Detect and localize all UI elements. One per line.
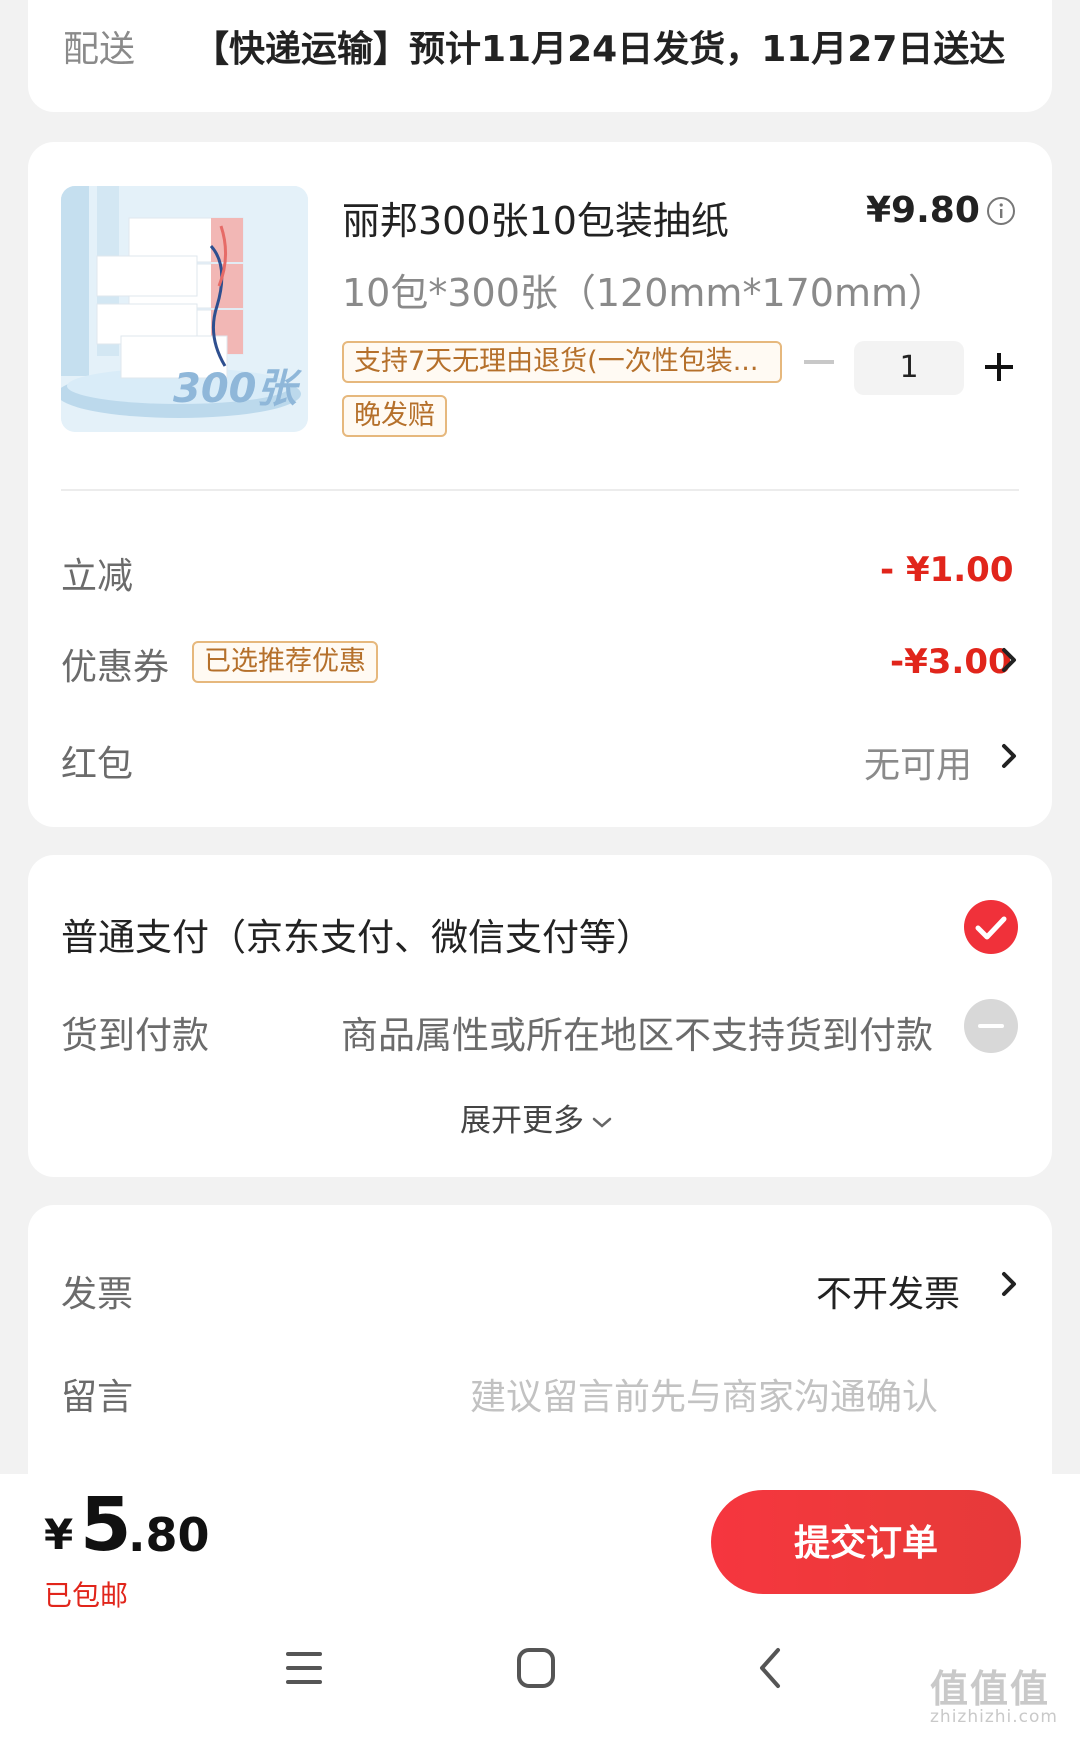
red-packet-label[interactable]: 红包 (61, 735, 133, 787)
watermark-url: zhizhizhi.com (930, 1707, 1058, 1727)
red-packet-value[interactable]: 无可用 (864, 736, 972, 788)
cod-unavailable-note: 商品属性或所在地区不支持货到付款 (341, 1014, 933, 1057)
expand-more-button[interactable]: 展开更多 (460, 1095, 614, 1140)
instant-discount-label: 立减 (61, 556, 134, 597)
instant-discount-value: - ¥1.00 (880, 550, 1014, 590)
free-shipping-note: 已包邮 (44, 1579, 129, 1612)
product-price: ¥9.80 (866, 190, 980, 231)
late-delivery-compensation-tag: 晚发赔 (342, 395, 447, 437)
chevron-right-icon[interactable] (998, 644, 1020, 676)
coupon-recommended-badge: 已选推荐优惠 (192, 641, 378, 683)
menu-icon[interactable] (284, 1649, 324, 1687)
coupon-label[interactable]: 优惠券 (61, 638, 169, 690)
disabled-circle-icon (964, 999, 1018, 1053)
product-card: 300张 丽邦300张10包装抽纸 ¥9.80 10包*300张（120mm*1… (28, 142, 1052, 827)
minus-icon[interactable] (804, 360, 834, 364)
back-icon[interactable] (754, 1646, 784, 1690)
chevron-down-icon (592, 1117, 612, 1128)
product-image-badge: 300张 (173, 366, 297, 412)
delivery-card: 配送 【快递运输】预计11月24日发货，11月27日送达 (28, 0, 1052, 112)
cod-payment-option: 货到付款 (61, 1014, 209, 1057)
system-nav-bar (0, 1616, 1080, 1741)
total-amount-decimal: .80 (128, 1508, 210, 1562)
total-currency: ¥ (44, 1510, 74, 1559)
coupon-value[interactable]: -¥3.00 (890, 642, 1012, 682)
section-divider (61, 489, 1019, 491)
product-title[interactable]: 丽邦300张10包装抽纸 (342, 190, 729, 245)
message-input[interactable]: 建议留言前先与商家沟通确认 (470, 1368, 938, 1420)
return-policy-tag: 支持7天无理由退货(一次性包装... (342, 341, 782, 383)
delivery-label: 配送 (63, 29, 136, 70)
message-label: 留言 (61, 1377, 134, 1418)
plus-icon[interactable] (983, 351, 1015, 383)
checkout-bar: ¥ 5 .80 已包邮 提交订单 (0, 1474, 1080, 1616)
invoice-value[interactable]: 不开发票 (816, 1265, 960, 1317)
delivery-estimate: 【快递运输】预计11月24日发货，11月27日送达 (193, 29, 1006, 70)
watermark-logo: 值值值 (930, 1667, 1051, 1711)
check-circle-icon[interactable] (963, 899, 1019, 955)
total-amount-integer: 5 (80, 1482, 132, 1568)
invoice-card: 发票 不开发票 留言 建议留言前先与商家沟通确认 (28, 1205, 1052, 1505)
chevron-right-icon[interactable] (998, 740, 1020, 772)
product-spec: 10包*300张（120mm*170mm） (342, 271, 947, 315)
submit-order-button[interactable]: 提交订单 (711, 1490, 1021, 1594)
expand-more-label: 展开更多 (460, 1103, 584, 1139)
payment-card: 普通支付（京东支付、微信支付等） 货到付款 商品属性或所在地区不支持货到付款 展… (28, 855, 1052, 1177)
home-icon[interactable] (516, 1647, 556, 1689)
info-icon[interactable] (986, 196, 1016, 226)
product-image[interactable]: 300张 (61, 186, 308, 432)
chevron-right-icon[interactable] (998, 1268, 1020, 1300)
quantity-input[interactable]: 1 (854, 341, 964, 395)
invoice-label[interactable]: 发票 (61, 1265, 133, 1317)
normal-payment-option[interactable]: 普通支付（京东支付、微信支付等） (61, 907, 653, 961)
